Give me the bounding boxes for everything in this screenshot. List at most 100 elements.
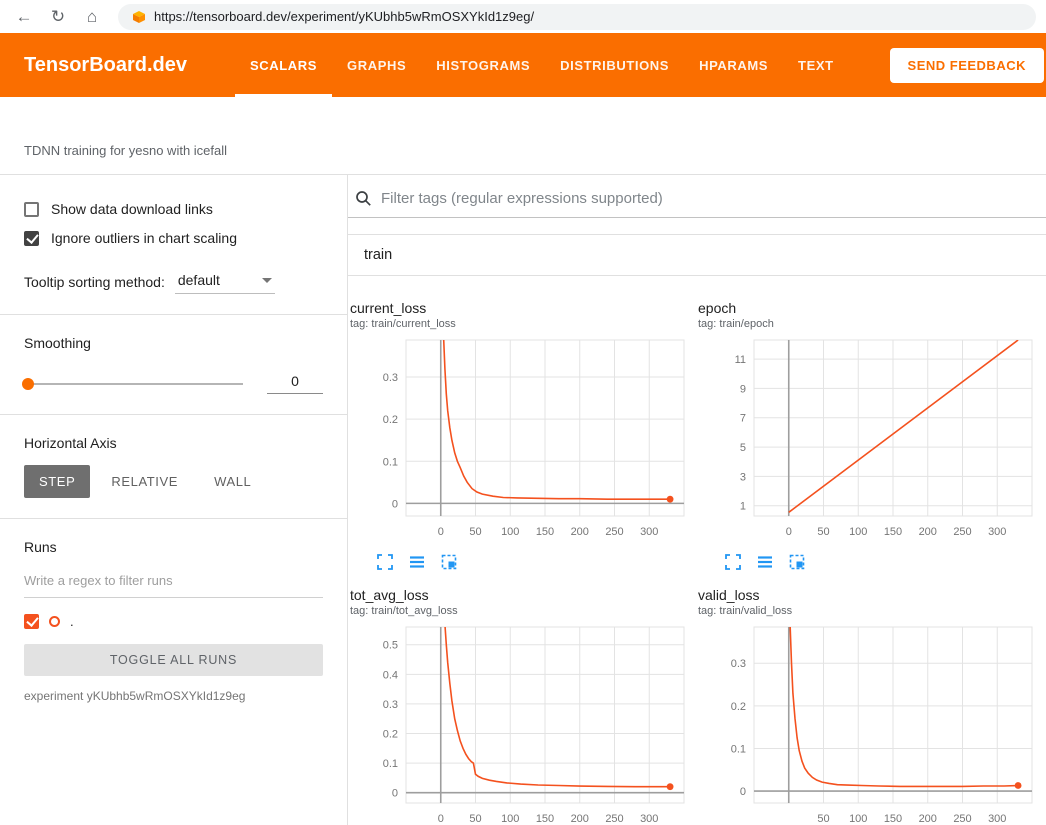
smoothing-row: 0 — [24, 373, 323, 394]
show-download-links-row[interactable]: Show data download links — [24, 201, 323, 217]
smoothing-slider[interactable] — [24, 383, 243, 385]
smoothing-label: Smoothing — [24, 335, 323, 351]
chart-tag: tag: train/epoch — [698, 318, 1046, 330]
svg-text:100: 100 — [849, 813, 867, 825]
back-icon[interactable]: ← — [10, 3, 38, 31]
svg-text:200: 200 — [919, 813, 937, 825]
svg-text:3: 3 — [740, 471, 746, 483]
wall-button[interactable]: WALL — [199, 465, 266, 498]
main-panel: train current_loss tag: train/current_lo… — [348, 175, 1046, 825]
data-table-icon[interactable] — [408, 553, 426, 571]
svg-text:250: 250 — [605, 813, 623, 825]
brand-title[interactable]: TensorBoard.dev — [24, 54, 187, 77]
fullscreen-icon[interactable] — [724, 553, 742, 571]
tab-histograms[interactable]: HISTOGRAMS — [421, 33, 545, 97]
experiment-id-text: experiment yKUbhb5wRmOSXYkId1z9eg — [24, 689, 323, 703]
svg-text:0.2: 0.2 — [731, 701, 746, 713]
svg-text:0.1: 0.1 — [383, 456, 398, 468]
tab-distributions[interactable]: DISTRIBUTIONS — [545, 33, 684, 97]
tab-graphs[interactable]: GRAPHS — [332, 33, 421, 97]
chart-tag: tag: train/valid_loss — [698, 605, 1046, 617]
url-text: https://tensorboard.dev/experiment/yKUbh… — [154, 9, 534, 24]
show-download-links-label: Show data download links — [51, 201, 213, 217]
svg-text:0: 0 — [438, 526, 444, 538]
site-favicon-icon — [132, 10, 146, 24]
toggle-all-runs-button[interactable]: TOGGLE ALL RUNS — [24, 644, 323, 676]
svg-text:0.3: 0.3 — [731, 658, 746, 670]
svg-text:300: 300 — [988, 526, 1006, 538]
send-feedback-button[interactable]: SEND FEEDBACK — [890, 48, 1044, 83]
svg-text:0: 0 — [740, 786, 746, 798]
svg-text:250: 250 — [953, 813, 971, 825]
svg-text:9: 9 — [740, 383, 746, 395]
run-list-item[interactable]: . — [24, 614, 323, 629]
tab-text[interactable]: TEXT — [783, 33, 849, 97]
svg-text:0.3: 0.3 — [383, 372, 398, 384]
horizontal-axis-buttons: STEP RELATIVE WALL — [24, 465, 323, 498]
svg-text:11: 11 — [735, 354, 746, 366]
chart-tag: tag: train/tot_avg_loss — [350, 605, 698, 617]
divider — [0, 314, 347, 315]
tag-filter-input[interactable] — [381, 190, 1046, 207]
svg-text:200: 200 — [919, 526, 937, 538]
data-table-icon[interactable] — [756, 553, 774, 571]
divider — [0, 414, 347, 415]
charts-grid: current_loss tag: train/current_loss 00.… — [348, 276, 1046, 825]
ignore-outliers-checkbox[interactable] — [24, 231, 39, 246]
divider — [0, 518, 347, 519]
svg-text:0.1: 0.1 — [731, 743, 746, 755]
tooltip-sorting-label: Tooltip sorting method: — [24, 274, 165, 290]
chart-card-valid-loss: valid_loss tag: train/valid_loss 0 0.1 0.2… — [698, 587, 1046, 825]
chart-title: valid_loss — [698, 587, 1046, 603]
step-button[interactable]: STEP — [24, 465, 90, 498]
chevron-down-icon — [262, 278, 272, 283]
ignore-outliers-label: Ignore outliers in chart scaling — [51, 230, 237, 246]
svg-text:100: 100 — [849, 526, 867, 538]
ignore-outliers-row[interactable]: Ignore outliers in chart scaling — [24, 230, 323, 246]
svg-text:150: 150 — [536, 813, 554, 825]
tag-filter-row — [348, 177, 1046, 218]
svg-text:1: 1 — [740, 501, 746, 513]
tab-hparams[interactable]: HPARAMS — [684, 33, 783, 97]
show-download-links-checkbox[interactable] — [24, 202, 39, 217]
relative-button[interactable]: RELATIVE — [96, 465, 193, 498]
address-bar[interactable]: https://tensorboard.dev/experiment/yKUbh… — [118, 4, 1036, 30]
reload-icon[interactable]: ↻ — [44, 3, 72, 31]
search-icon — [355, 190, 372, 207]
scalar-chart-current-loss[interactable]: 00.10.20.3050100150200250300 — [350, 334, 698, 551]
chart-title: tot_avg_loss — [350, 587, 698, 603]
svg-text:7: 7 — [740, 413, 746, 425]
scalar-chart-tot-avg-loss[interactable]: 00.10.20.30.40.5050100150200250300 — [350, 621, 698, 825]
chart-card-tot-avg-loss: tot_avg_loss tag: train/tot_avg_loss 00.… — [350, 587, 698, 825]
app-header: TensorBoard.dev SCALARS GRAPHS HISTOGRAM… — [0, 33, 1046, 97]
tooltip-sorting-dropdown[interactable]: default — [175, 270, 275, 294]
train-section-header[interactable]: train — [348, 235, 1046, 276]
svg-text:0.2: 0.2 — [383, 414, 398, 426]
svg-text:150: 150 — [884, 813, 902, 825]
pin-icon[interactable] — [440, 553, 458, 571]
scalar-chart-valid-loss[interactable]: 00.10.20.350100150200250300 — [698, 621, 1046, 825]
smoothing-value[interactable]: 0 — [267, 373, 323, 394]
content-area: Show data download links Ignore outliers… — [0, 175, 1046, 825]
svg-text:0.3: 0.3 — [383, 699, 398, 711]
svg-text:300: 300 — [640, 813, 658, 825]
fullscreen-icon[interactable] — [376, 553, 394, 571]
runs-filter-input[interactable] — [24, 565, 323, 598]
home-icon[interactable]: ⌂ — [78, 3, 106, 31]
scalar-chart-epoch[interactable]: 1357911050100150200250300 — [698, 334, 1046, 551]
slider-thumb[interactable] — [22, 378, 34, 390]
chart-title: epoch — [698, 300, 1046, 316]
section-title: train — [364, 247, 392, 263]
main-nav: SCALARS GRAPHS HISTOGRAMS DISTRIBUTIONS … — [235, 33, 849, 97]
experiment-description: TDNN training for yesno with icefall — [0, 97, 1046, 175]
svg-text:5: 5 — [740, 442, 746, 454]
svg-text:200: 200 — [571, 526, 589, 538]
tooltip-sorting-value: default — [178, 272, 220, 288]
run-checkbox[interactable] — [24, 614, 39, 629]
svg-text:100: 100 — [501, 813, 519, 825]
svg-text:100: 100 — [501, 526, 519, 538]
pin-icon[interactable] — [788, 553, 806, 571]
tab-scalars[interactable]: SCALARS — [235, 33, 332, 97]
svg-text:50: 50 — [817, 526, 829, 538]
train-section-card: train current_loss tag: train/current_lo… — [348, 234, 1046, 825]
